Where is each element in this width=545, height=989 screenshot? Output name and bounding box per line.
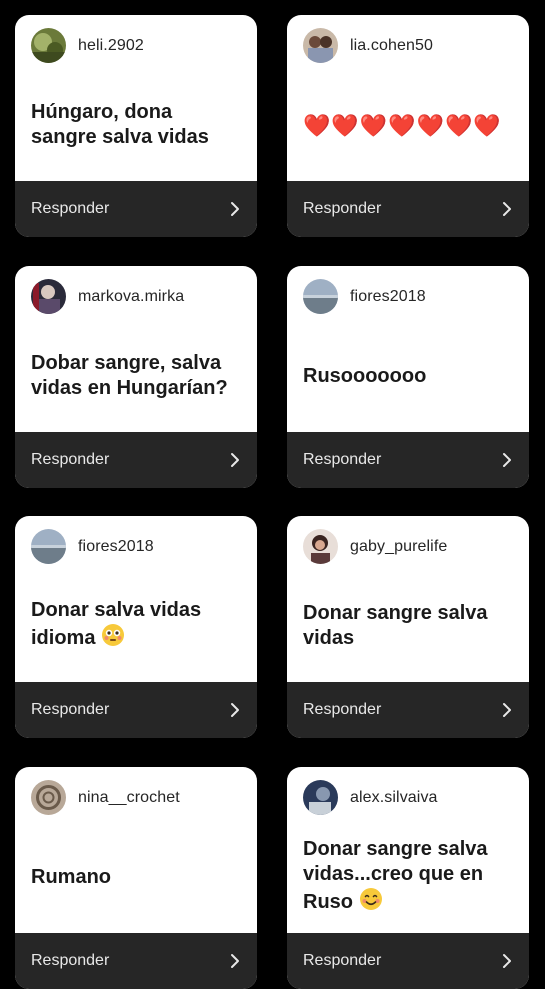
- avatar[interactable]: [31, 28, 66, 63]
- card-header: gaby_purelife: [303, 529, 447, 564]
- reply-button[interactable]: Responder: [15, 432, 257, 488]
- card-header: lia.cohen50: [303, 28, 433, 63]
- chevron-right-icon: [503, 703, 511, 717]
- username[interactable]: markova.mirka: [78, 288, 184, 306]
- avatar[interactable]: [31, 780, 66, 815]
- message-area: Rumano: [31, 821, 243, 933]
- card-header: alex.silvaiva: [303, 780, 438, 815]
- response-text-content: Donar sangre salva vidas...creo que en R…: [303, 837, 488, 913]
- message-area: Donar sangre salva vidas...creo que en R…: [303, 821, 515, 933]
- avatar[interactable]: [303, 279, 338, 314]
- username[interactable]: lia.cohen50: [350, 37, 433, 55]
- card-header: fiores2018: [31, 529, 154, 564]
- reply-label: Responder: [31, 952, 110, 969]
- question-responses-grid: heli.2902 Húngaro, dona sangre salva vid…: [0, 0, 545, 989]
- reply-button[interactable]: Responder: [15, 933, 257, 989]
- username[interactable]: nina__crochet: [78, 789, 180, 807]
- flushed-face-icon: [101, 623, 125, 654]
- message-area: Dobar sangre, salva vidas en Hungarían?: [31, 320, 243, 432]
- response-text: Dobar sangre, salva vidas en Hungarían?: [31, 352, 228, 399]
- username[interactable]: alex.silvaiva: [350, 789, 438, 807]
- message-area: Rusooooooo: [303, 320, 515, 432]
- response-text: Rumano: [31, 865, 111, 888]
- username[interactable]: fiores2018: [78, 538, 154, 556]
- response-text: Donar salva vidas idioma: [31, 598, 243, 654]
- response-card: fiores2018 Rusooooooo Responder: [287, 266, 529, 488]
- response-text: Donar sangre salva vidas...creo que en R…: [303, 837, 515, 918]
- reply-label: Responder: [303, 451, 382, 468]
- reply-button[interactable]: Responder: [287, 432, 529, 488]
- username[interactable]: fiores2018: [350, 288, 426, 306]
- reply-label: Responder: [31, 200, 110, 217]
- message-area: Donar salva vidas idioma: [31, 570, 243, 682]
- reply-label: Responder: [31, 451, 110, 468]
- reply-button[interactable]: Responder: [287, 682, 529, 738]
- card-header: heli.2902: [31, 28, 144, 63]
- chevron-right-icon: [231, 202, 239, 216]
- response-text: Rusooooooo: [303, 364, 427, 387]
- response-card: lia.cohen50 ❤️❤️❤️❤️❤️❤️❤️ Responder: [287, 15, 529, 237]
- reply-button[interactable]: Responder: [15, 682, 257, 738]
- username[interactable]: gaby_purelife: [350, 538, 447, 556]
- response-text: Donar sangre salva vidas: [303, 602, 488, 649]
- reply-button[interactable]: Responder: [287, 933, 529, 989]
- reply-button[interactable]: Responder: [15, 181, 257, 237]
- message-area: ❤️❤️❤️❤️❤️❤️❤️: [303, 69, 515, 181]
- response-text: Húngaro, dona sangre salva vidas: [31, 101, 209, 148]
- chevron-right-icon: [231, 703, 239, 717]
- response-card: nina__crochet Rumano Responder: [15, 767, 257, 989]
- chevron-right-icon: [231, 954, 239, 968]
- response-card: fiores2018 Donar salva vidas idioma Resp…: [15, 516, 257, 738]
- reply-label: Responder: [303, 200, 382, 217]
- card-header: fiores2018: [303, 279, 426, 314]
- chevron-right-icon: [231, 453, 239, 467]
- response-card: markova.mirka Dobar sangre, salva vidas …: [15, 266, 257, 488]
- avatar[interactable]: [31, 529, 66, 564]
- card-header: markova.mirka: [31, 279, 184, 314]
- chevron-right-icon: [503, 453, 511, 467]
- reply-label: Responder: [31, 701, 110, 718]
- chevron-right-icon: [503, 954, 511, 968]
- card-header: nina__crochet: [31, 780, 180, 815]
- avatar[interactable]: [303, 28, 338, 63]
- response-card: heli.2902 Húngaro, dona sangre salva vid…: [15, 15, 257, 237]
- message-area: Donar sangre salva vidas: [303, 570, 515, 682]
- response-card: alex.silvaiva Donar sangre salva vidas..…: [287, 767, 529, 989]
- avatar[interactable]: [303, 780, 338, 815]
- chevron-right-icon: [503, 202, 511, 216]
- reply-button[interactable]: Responder: [287, 181, 529, 237]
- smiling-face-icon: [359, 887, 383, 918]
- avatar[interactable]: [303, 529, 338, 564]
- avatar[interactable]: [31, 279, 66, 314]
- reply-label: Responder: [303, 701, 382, 718]
- message-area: Húngaro, dona sangre salva vidas: [31, 69, 243, 181]
- response-text: ❤️❤️❤️❤️❤️❤️❤️: [303, 112, 502, 138]
- username[interactable]: heli.2902: [78, 37, 144, 55]
- reply-label: Responder: [303, 952, 382, 969]
- response-card: gaby_purelife Donar sangre salva vidas R…: [287, 516, 529, 738]
